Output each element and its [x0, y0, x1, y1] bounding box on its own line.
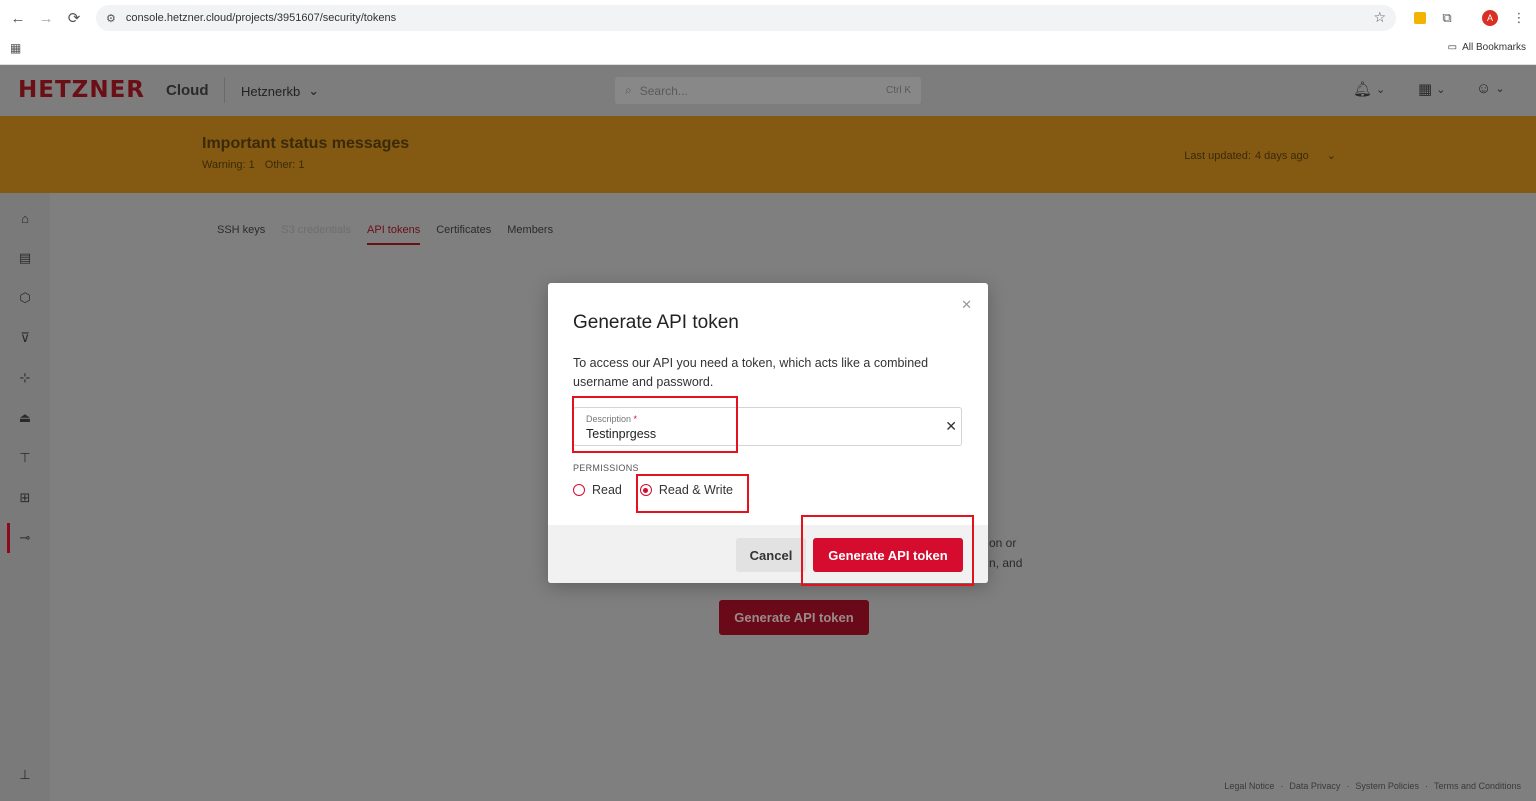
app-header: HETZNER Cloud Hetznerkb ⌄ ⌕ Search... Ct…: [0, 65, 1536, 116]
pin-icon[interactable]: ⊥: [9, 760, 41, 790]
background-generate-button[interactable]: Generate API token: [719, 600, 869, 635]
footer-link-terms[interactable]: Terms and Conditions: [1434, 781, 1521, 791]
networks-icon[interactable]: ⊹: [9, 363, 41, 393]
extension-icon[interactable]: [1411, 9, 1429, 27]
left-sidebar: ⌂ ▤ ⬡ ⊽ ⊹ ⏏ ⊤ ⊞ ⊸ ⊥: [0, 193, 50, 801]
search-shortcut: Ctrl K: [886, 85, 911, 96]
user-menu-button[interactable]: ☺ ⌄: [1476, 80, 1505, 97]
all-bookmarks[interactable]: ▭ All Bookmarks: [1448, 42, 1526, 53]
dialog-description: To access our API you need a token, whic…: [573, 356, 929, 389]
tab-ssh-keys[interactable]: SSH keys: [217, 224, 265, 245]
close-icon[interactable]: ✕: [961, 297, 972, 313]
tab-api-tokens[interactable]: API tokens: [367, 224, 421, 245]
buckets-icon[interactable]: ⊽: [9, 323, 41, 353]
hetzner-logo[interactable]: HETZNER: [18, 77, 145, 103]
address-bar[interactable]: ⚙ console.hetzner.cloud/projects/3951607…: [96, 5, 1396, 31]
tab-s3-credentials[interactable]: S3 credentials: [281, 224, 351, 245]
chevron-down-icon: ⌄: [308, 83, 320, 98]
user-icon: ☺: [1476, 80, 1492, 97]
security-tabs: SSH keys S3 credentials API tokens Certi…: [217, 224, 553, 245]
firewalls-icon[interactable]: ⊤: [9, 443, 41, 473]
footer-link-legal[interactable]: Legal Notice: [1224, 781, 1274, 791]
chevron-down-icon: ⌄: [1376, 83, 1386, 96]
chevron-down-icon: ⌄: [1436, 83, 1446, 96]
volumes-icon[interactable]: ⬡: [9, 283, 41, 313]
notifications-button[interactable]: 🔔︎ ⌄: [1353, 80, 1385, 98]
url-text: console.hetzner.cloud/projects/3951607/s…: [125, 12, 397, 24]
floating-ips-icon[interactable]: ⊞: [9, 483, 41, 513]
servers-icon[interactable]: ▤: [9, 243, 41, 273]
banner-title: Important status messages: [202, 135, 410, 152]
separator: ·: [1280, 781, 1284, 791]
tab-members[interactable]: Members: [507, 224, 553, 245]
background-text-line: n, and: [989, 556, 1023, 570]
separator: ·: [1424, 781, 1428, 791]
bookmark-star-icon[interactable]: ☆: [1373, 9, 1386, 26]
search-input[interactable]: ⌕ Search... Ctrl K: [615, 77, 921, 104]
radio-read-label: Read: [592, 483, 622, 497]
browser-chrome: ← → ⟳ ⚙ console.hetzner.cloud/projects/3…: [0, 0, 1536, 65]
updated-label: Last updated:: [1184, 149, 1251, 162]
profile-avatar[interactable]: A: [1481, 9, 1499, 27]
footer-link-privacy[interactable]: Data Privacy: [1289, 781, 1340, 791]
apps-menu-button[interactable]: ▦ ⌄: [1418, 80, 1445, 98]
tab-certificates[interactable]: Certificates: [436, 224, 491, 245]
radio-read[interactable]: Read: [573, 483, 622, 497]
dialog-title: Generate API token: [573, 312, 739, 333]
forward-icon[interactable]: →: [32, 4, 60, 32]
other-count: Other: 1: [264, 159, 305, 171]
load-balancers-icon[interactable]: ⏏: [9, 403, 41, 433]
bookmarks-bar: ▦ ▭ All Bookmarks: [0, 38, 1536, 60]
background-text: on or n, and: [989, 533, 1022, 573]
cancel-button[interactable]: Cancel: [736, 538, 806, 572]
bell-icon: 🔔︎: [1353, 81, 1373, 98]
grid-icon: ▦: [1418, 81, 1433, 98]
annotation-box-generate: [801, 515, 974, 586]
clear-icon[interactable]: ✕: [945, 418, 957, 435]
permissions-label: PERMISSIONS: [573, 463, 639, 473]
search-placeholder: Search...: [639, 83, 688, 98]
browser-menu-icon[interactable]: ⋮: [1510, 9, 1528, 27]
extensions-puzzle-icon[interactable]: ⧉: [1438, 9, 1456, 27]
footer-links: Legal Notice · Data Privacy · System Polic…: [1224, 781, 1521, 791]
chevron-down-icon: ⌄: [1326, 150, 1336, 162]
separator: ·: [1346, 781, 1350, 791]
status-banner: Important status messages Warning: 1 Oth…: [0, 116, 1536, 193]
banner-counts: Warning: 1 Other: 1: [202, 159, 305, 171]
folder-icon: ▭: [1447, 42, 1458, 53]
chevron-down-icon: ⌄: [1495, 83, 1505, 95]
header-divider: [224, 77, 225, 103]
home-icon[interactable]: ⌂: [9, 203, 41, 233]
banner-updated[interactable]: Last updated: 4 days ago ⌄: [1184, 149, 1336, 163]
radio-circle[interactable]: [573, 484, 585, 496]
site-info-icon[interactable]: ⚙: [106, 12, 116, 25]
security-key-icon[interactable]: ⊸: [9, 523, 41, 553]
background-text-line: on or: [989, 536, 1017, 550]
footer-link-policies[interactable]: System Policies: [1355, 781, 1419, 791]
search-icon: ⌕: [625, 83, 632, 97]
annotation-box-read-write: [636, 474, 749, 513]
warning-count: Warning: 1: [202, 159, 255, 171]
project-selector[interactable]: Hetznerkb ⌄: [241, 83, 319, 99]
back-icon[interactable]: ←: [4, 4, 32, 32]
annotation-box-description: [572, 396, 738, 453]
apps-grid-icon[interactable]: ▦: [10, 41, 21, 55]
project-name: Hetznerkb: [241, 83, 301, 99]
reload-icon[interactable]: ⟳: [60, 4, 88, 32]
product-name: Cloud: [166, 82, 209, 99]
updated-value: 4 days ago: [1254, 149, 1309, 162]
